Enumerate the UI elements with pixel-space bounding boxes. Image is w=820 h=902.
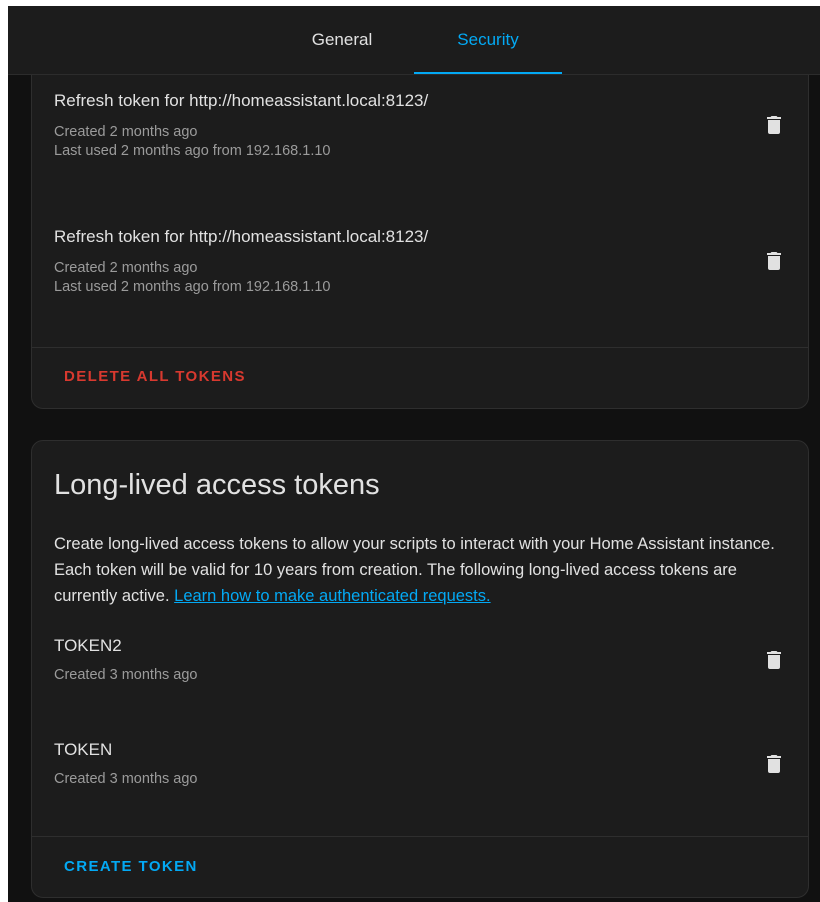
tab-bar: General Security xyxy=(8,6,820,75)
tab-label: General xyxy=(311,30,373,49)
tab-security[interactable]: Security xyxy=(414,6,562,74)
learn-more-link[interactable]: Learn how to make authenticated requests… xyxy=(174,587,490,605)
token-name: TOKEN2 xyxy=(54,636,122,655)
card-heading: Long-lived access tokens xyxy=(54,469,380,501)
delete-token-button[interactable] xyxy=(762,752,786,776)
delete-refresh-token-button[interactable] xyxy=(762,113,786,137)
trash-icon xyxy=(767,116,781,134)
long-lived-tokens-card: Long-lived access tokens Create long-liv… xyxy=(31,440,809,898)
tab-label: Security xyxy=(457,30,519,49)
refresh-token-title: Refresh token for http://homeassistant.l… xyxy=(54,227,429,246)
trash-icon xyxy=(767,651,781,669)
token-created: Created 3 months ago xyxy=(54,667,198,683)
refresh-token-item: Refresh token for http://homeassistant.l… xyxy=(54,91,784,161)
active-tab-indicator xyxy=(414,72,562,74)
refresh-token-item: Refresh token for http://homeassistant.l… xyxy=(54,227,784,297)
create-token-button[interactable]: CREATE TOKEN xyxy=(54,852,208,881)
delete-token-button[interactable] xyxy=(762,648,786,672)
trash-icon xyxy=(767,252,781,270)
refresh-token-last-used: Last used 2 months ago from 192.168.1.10 xyxy=(54,279,331,295)
long-lived-token-item: TOKEN2 Created 3 months ago xyxy=(54,636,784,685)
card-divider xyxy=(32,347,808,348)
card-description: Create long-lived access tokens to allow… xyxy=(54,531,794,609)
trash-icon xyxy=(767,755,781,773)
refresh-token-created: Created 2 months ago xyxy=(54,124,198,140)
refresh-token-created: Created 2 months ago xyxy=(54,260,198,276)
delete-refresh-token-button[interactable] xyxy=(762,249,786,273)
refresh-tokens-card: Refresh token for http://homeassistant.l… xyxy=(31,46,809,409)
token-name: TOKEN xyxy=(54,740,113,759)
tab-general[interactable]: General xyxy=(268,6,416,74)
token-created: Created 3 months ago xyxy=(54,771,198,787)
app-window: Refresh token for http://homeassistant.l… xyxy=(8,6,820,902)
long-lived-token-item: TOKEN Created 3 months ago xyxy=(54,740,784,789)
refresh-token-title: Refresh token for http://homeassistant.l… xyxy=(54,91,429,110)
card-divider xyxy=(32,836,808,837)
refresh-token-last-used: Last used 2 months ago from 192.168.1.10 xyxy=(54,143,331,159)
delete-all-tokens-button[interactable]: DELETE ALL TOKENS xyxy=(54,362,256,391)
